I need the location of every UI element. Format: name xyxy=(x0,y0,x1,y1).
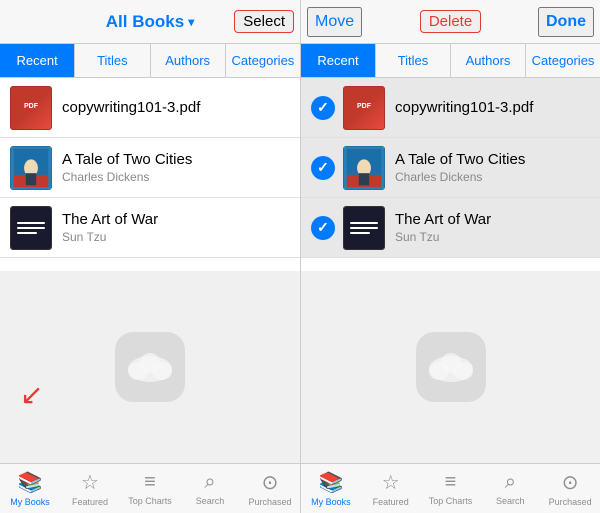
right-empty-area xyxy=(301,271,600,464)
left-header: All Books ▾ Select xyxy=(0,0,300,44)
nav-search-label-left: Search xyxy=(196,496,225,506)
nav-mybooks-right[interactable]: 📚 My Books xyxy=(301,464,361,513)
nav-purchased-right[interactable]: ⊙ Purchased xyxy=(540,464,600,513)
book-item-war-right[interactable]: ✓ The Art of War Sun Tzu xyxy=(301,198,600,258)
all-books-title[interactable]: All Books ▾ xyxy=(106,12,194,32)
chevron-down-icon: ▾ xyxy=(188,15,194,29)
nav-purchased-label-right: Purchased xyxy=(549,497,592,507)
select-check-cities: ✓ xyxy=(311,156,335,180)
book-cover-pdf-right: PDF xyxy=(343,86,385,130)
book-info-pdf-right: copywriting101-3.pdf xyxy=(395,99,590,116)
book-author-war-left: Sun Tzu xyxy=(62,230,290,244)
nav-featured-left[interactable]: ☆ Featured xyxy=(60,464,120,513)
book-author-cities-right: Charles Dickens xyxy=(395,170,590,184)
book-title-war-left: The Art of War xyxy=(62,211,290,228)
book-info-war-right: The Art of War Sun Tzu xyxy=(395,211,590,244)
left-panel: All Books ▾ Select Recent Titles Authors… xyxy=(0,0,300,513)
nav-topcharts-left[interactable]: ≡ Top Charts xyxy=(120,464,180,513)
topcharts-icon-right: ≡ xyxy=(445,471,457,494)
icloud-icon-right xyxy=(416,332,486,402)
red-arrow-icon: ↙ xyxy=(20,379,43,410)
book-info-pdf-left: copywriting101-3.pdf xyxy=(62,99,290,116)
left-bottom-nav: 📚 My Books ☆ Featured ≡ Top Charts ⌕ Sea… xyxy=(0,463,300,513)
move-button[interactable]: Move xyxy=(307,7,362,37)
book-author-cities-left: Charles Dickens xyxy=(62,170,290,184)
book-item-war-left[interactable]: The Art of War Sun Tzu xyxy=(0,198,300,258)
book-info-cities-right: A Tale of Two Cities Charles Dickens xyxy=(395,151,590,184)
tab-titles-left[interactable]: Titles xyxy=(75,44,150,77)
book-item-pdf-right[interactable]: ✓ PDF copywriting101-3.pdf xyxy=(301,78,600,138)
tab-categories-left[interactable]: Categories xyxy=(226,44,300,77)
mybooks-icon: 📚 xyxy=(18,470,43,495)
right-header: Move Delete Done xyxy=(301,0,600,44)
book-info-cities-left: A Tale of Two Cities Charles Dickens xyxy=(62,151,290,184)
book-title-war-right: The Art of War xyxy=(395,211,590,228)
book-item-cities-right[interactable]: ✓ A Tale of Two Cities Charles Dickens xyxy=(301,138,600,198)
mybooks-icon-right: 📚 xyxy=(318,470,343,495)
select-check-pdf: ✓ xyxy=(311,96,335,120)
search-icon-right: ⌕ xyxy=(505,471,516,494)
featured-icon-right: ☆ xyxy=(382,470,400,495)
nav-mybooks-label-left: My Books xyxy=(10,497,50,507)
right-bottom-nav: 📚 My Books ☆ Featured ≡ Top Charts ⌕ Sea… xyxy=(301,463,600,513)
nav-search-label-right: Search xyxy=(496,496,525,506)
select-button[interactable]: Select xyxy=(234,10,294,33)
book-title-cities-left: A Tale of Two Cities xyxy=(62,151,290,168)
icloud-icon-left xyxy=(115,332,185,402)
book-title-cities-right: A Tale of Two Cities xyxy=(395,151,590,168)
purchased-icon-left: ⊙ xyxy=(262,470,279,495)
nav-featured-label-left: Featured xyxy=(72,497,108,507)
book-author-war-right: Sun Tzu xyxy=(395,230,590,244)
left-tabs: Recent Titles Authors Categories xyxy=(0,44,300,78)
nav-featured-label-right: Featured xyxy=(373,497,409,507)
tab-authors-left[interactable]: Authors xyxy=(151,44,226,77)
left-book-list: PDF copywriting101-3.pdf A Tale of xyxy=(0,78,300,271)
nav-mybooks-left[interactable]: 📚 My Books xyxy=(0,464,60,513)
book-cover-war-right xyxy=(343,206,385,250)
book-cover-war-left xyxy=(10,206,52,250)
left-empty-area: ↙ xyxy=(0,271,300,464)
done-button[interactable]: Done xyxy=(538,7,594,37)
nav-mybooks-label-right: My Books xyxy=(311,497,351,507)
nav-featured-right[interactable]: ☆ Featured xyxy=(361,464,421,513)
tab-recent-left[interactable]: Recent xyxy=(0,44,75,77)
book-item-cities-left[interactable]: A Tale of Two Cities Charles Dickens xyxy=(0,138,300,198)
topcharts-icon: ≡ xyxy=(144,471,156,494)
tab-categories-right[interactable]: Categories xyxy=(526,44,600,77)
nav-search-right[interactable]: ⌕ Search xyxy=(480,464,540,513)
tab-recent-right[interactable]: Recent xyxy=(301,44,376,77)
book-cover-cities-right xyxy=(343,146,385,190)
right-tabs: Recent Titles Authors Categories xyxy=(301,44,600,78)
nav-topcharts-label-left: Top Charts xyxy=(128,496,172,506)
purchased-icon-right: ⊙ xyxy=(562,470,579,495)
right-panel: Move Delete Done Recent Titles Authors C… xyxy=(300,0,600,513)
book-cover-pdf-left: PDF xyxy=(10,86,52,130)
tab-titles-right[interactable]: Titles xyxy=(376,44,451,77)
header-title-text: All Books xyxy=(106,12,184,32)
book-cover-cities-left xyxy=(10,146,52,190)
red-arrow-container: ↙ xyxy=(20,378,43,411)
select-check-war: ✓ xyxy=(311,216,335,240)
tab-authors-right[interactable]: Authors xyxy=(451,44,526,77)
book-item-pdf-left[interactable]: PDF copywriting101-3.pdf xyxy=(0,78,300,138)
book-info-war-left: The Art of War Sun Tzu xyxy=(62,211,290,244)
right-book-list: ✓ PDF copywriting101-3.pdf ✓ xyxy=(301,78,600,271)
book-title-pdf-left: copywriting101-3.pdf xyxy=(62,99,290,116)
book-title-pdf-right: copywriting101-3.pdf xyxy=(395,99,590,116)
nav-topcharts-right[interactable]: ≡ Top Charts xyxy=(421,464,481,513)
search-icon-left: ⌕ xyxy=(204,471,215,494)
nav-topcharts-label-right: Top Charts xyxy=(429,496,473,506)
featured-icon: ☆ xyxy=(81,470,99,495)
nav-search-left[interactable]: ⌕ Search xyxy=(180,464,240,513)
delete-button[interactable]: Delete xyxy=(420,10,481,33)
nav-purchased-left[interactable]: ⊙ Purchased xyxy=(240,464,300,513)
nav-purchased-label-left: Purchased xyxy=(248,497,291,507)
